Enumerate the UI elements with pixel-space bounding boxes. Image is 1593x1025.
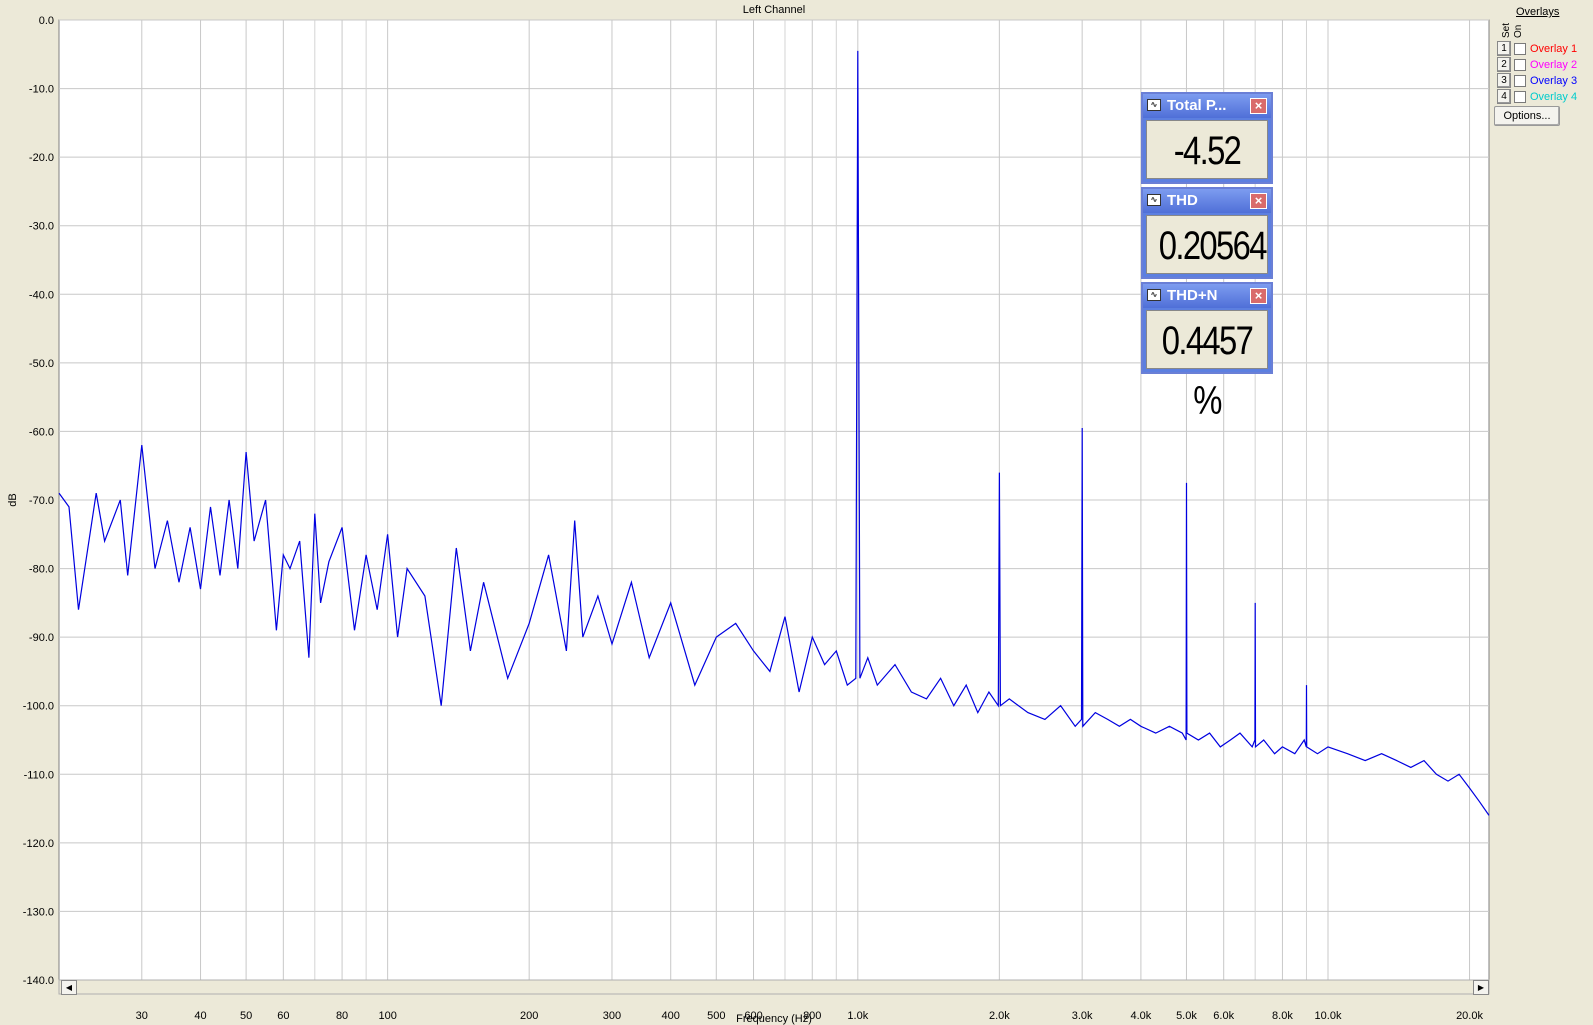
overlay-checkbox-4[interactable] xyxy=(1514,90,1526,103)
meter-readout: -4.52 dB xyxy=(1146,120,1268,233)
waveform-icon: ∿ xyxy=(1147,99,1161,111)
y-tick-label: -30.0 xyxy=(29,221,54,233)
horizontal-scrollbar xyxy=(58,979,1490,995)
close-icon[interactable]: × xyxy=(1250,193,1267,209)
x-tick-label: 400 xyxy=(662,1010,680,1022)
overlay-row-1: 1 Overlay 1 xyxy=(1497,41,1577,56)
close-icon[interactable]: × xyxy=(1250,288,1267,304)
overlay-label-4: Overlay 4 xyxy=(1530,90,1578,103)
options-button[interactable]: Options... xyxy=(1494,106,1560,126)
thd-n-meter[interactable]: ∿ THD+N × 0.4457 % xyxy=(1141,282,1273,423)
on-column-header: On xyxy=(1513,24,1524,38)
y-tick-label: -70.0 xyxy=(29,495,54,507)
x-tick-label: 6.0k xyxy=(1213,1010,1234,1022)
waveform-icon: ∿ xyxy=(1147,194,1161,206)
overlay-label-1: Overlay 1 xyxy=(1530,42,1578,55)
meter-readout: 0.4457 % xyxy=(1146,310,1268,423)
x-tick-label: 3.0k xyxy=(1072,1010,1093,1022)
y-tick-label: -130.0 xyxy=(23,906,54,918)
x-tick-label: 5.0k xyxy=(1176,1010,1197,1022)
meter-title: THD xyxy=(1167,192,1198,209)
x-tick-label: 10.0k xyxy=(1315,1010,1342,1022)
x-tick-label: 4.0k xyxy=(1130,1010,1151,1022)
meter-title: Total P... xyxy=(1167,97,1227,114)
overlay-row-2: 2 Overlay 2 xyxy=(1497,57,1577,72)
scroll-left-button[interactable]: ◀ xyxy=(61,980,77,995)
y-tick-label: -120.0 xyxy=(23,838,54,850)
meter-titlebar[interactable]: ∿ THD × xyxy=(1143,189,1271,213)
x-tick-label: 60 xyxy=(277,1010,289,1022)
thd-meter[interactable]: ∿ THD × 0.20564 % xyxy=(1141,187,1273,328)
y-tick-label: -80.0 xyxy=(29,564,54,576)
overlay-set-button-4[interactable]: 4 xyxy=(1497,89,1511,104)
total-power-meter[interactable]: ∿ Total P... × -4.52 dB xyxy=(1141,92,1273,233)
y-tick-label: -90.0 xyxy=(29,632,54,644)
y-tick-label: -40.0 xyxy=(29,289,54,301)
x-tick-label: 50 xyxy=(240,1010,252,1022)
y-tick-label: -10.0 xyxy=(29,84,54,96)
x-tick-label: 200 xyxy=(520,1010,538,1022)
overlay-label-3: Overlay 3 xyxy=(1530,74,1578,87)
overlay-label-2: Overlay 2 xyxy=(1530,58,1578,71)
set-column-header: Set xyxy=(1501,22,1512,38)
overlay-set-button-1[interactable]: 1 xyxy=(1497,41,1511,56)
analyzer-window: Left Channel 0.0 -10.0 -20.0 -30.0 -40.0 -50.0… xyxy=(0,0,1593,1025)
y-tick-label: -20.0 xyxy=(29,152,54,164)
close-icon[interactable]: × xyxy=(1250,98,1267,114)
meter-value: 0.4457 % xyxy=(1161,319,1254,423)
overlay-checkbox-2[interactable] xyxy=(1514,58,1526,71)
overlay-row-4: 4 Overlay 4 xyxy=(1497,89,1577,104)
chart-title: Left Channel xyxy=(743,4,805,16)
y-tick-label: -60.0 xyxy=(29,426,54,438)
meter-titlebar[interactable]: ∿ Total P... × xyxy=(1143,94,1271,118)
meter-titlebar[interactable]: ∿ THD+N × xyxy=(1143,284,1271,308)
x-tick-label: 500 xyxy=(707,1010,725,1022)
overlay-set-button-3[interactable]: 3 xyxy=(1497,73,1511,88)
overlay-set-button-2[interactable]: 2 xyxy=(1497,57,1511,72)
waveform-icon: ∿ xyxy=(1147,289,1161,301)
x-tick-label: 40 xyxy=(194,1010,206,1022)
y-tick-label: -110.0 xyxy=(24,769,54,781)
overlay-checkbox-3[interactable] xyxy=(1514,74,1526,87)
x-tick-label: 80 xyxy=(336,1010,348,1022)
y-tick-label: -50.0 xyxy=(29,358,54,370)
x-tick-label: 300 xyxy=(603,1010,621,1022)
meter-readout: 0.20564 % xyxy=(1146,215,1268,328)
x-tick-label: 1.0k xyxy=(847,1010,868,1022)
meter-title: THD+N xyxy=(1167,287,1218,304)
x-axis-label: Frequency (Hz) xyxy=(736,1013,812,1025)
x-tick-label: 2.0k xyxy=(989,1010,1010,1022)
y-tick-label: -100.0 xyxy=(23,701,54,713)
x-tick-label: 8.0k xyxy=(1272,1010,1293,1022)
y-tick-label: -140.0 xyxy=(23,975,54,987)
y-tick-label: 0.0 xyxy=(39,15,54,27)
x-tick-label: 100 xyxy=(378,1010,396,1022)
overlay-row-3: 3 Overlay 3 xyxy=(1497,73,1577,88)
overlays-title: Overlays xyxy=(1516,6,1560,18)
x-tick-label: 20.0k xyxy=(1456,1010,1483,1022)
y-axis-label: dB xyxy=(7,493,19,506)
overlay-checkbox-1[interactable] xyxy=(1514,42,1526,55)
scroll-right-button[interactable]: ▶ xyxy=(1473,980,1489,995)
x-tick-label: 30 xyxy=(136,1010,148,1022)
spectrum-chart: Left Channel 0.0 -10.0 -20.0 -30.0 -40.0 -50.0… xyxy=(7,4,1490,1025)
